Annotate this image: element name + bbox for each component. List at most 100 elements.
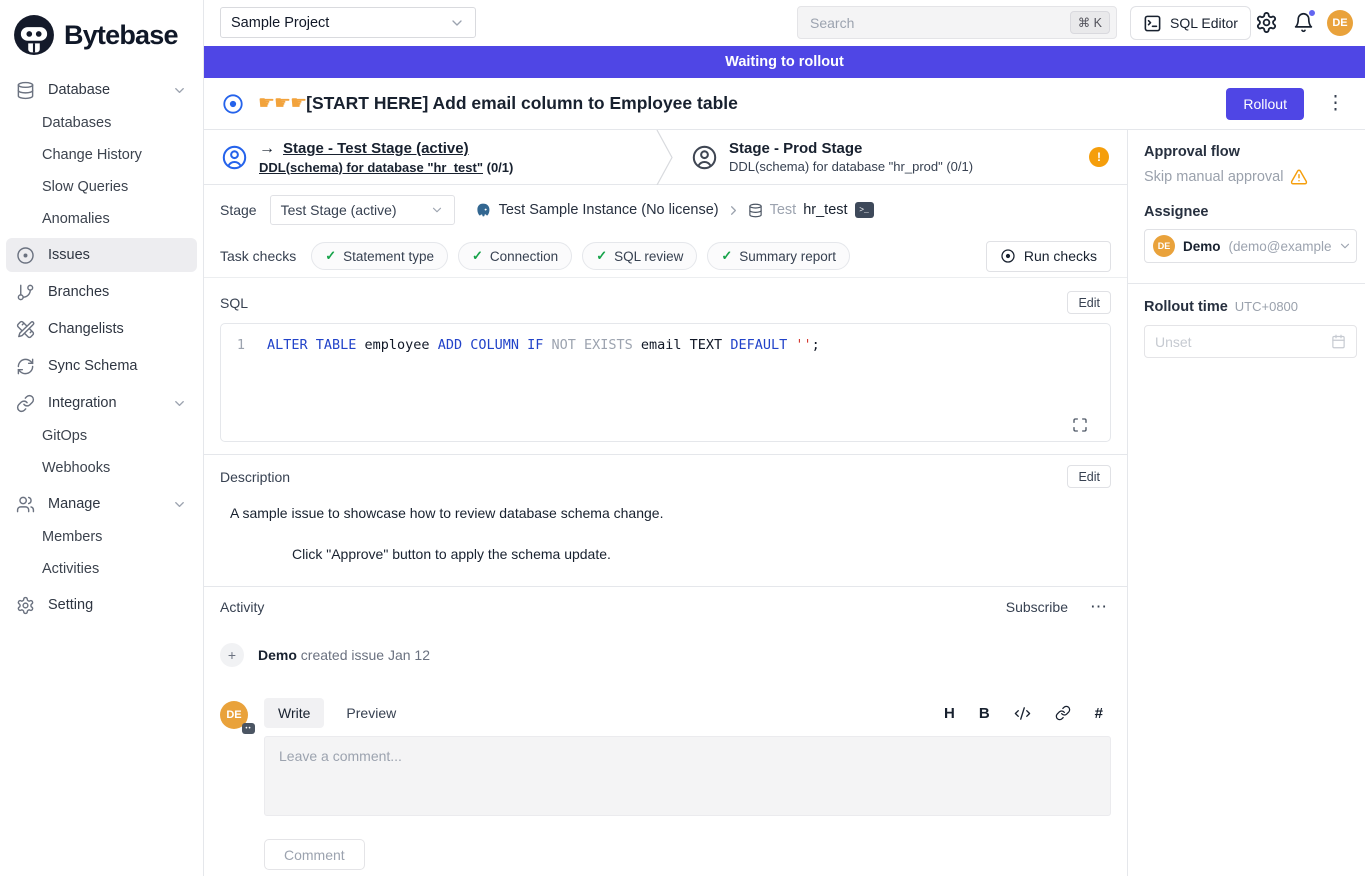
sidebar-item-webhooks[interactable]: Webhooks — [6, 452, 197, 484]
sidebar-item-change-history[interactable]: Change History — [6, 139, 197, 171]
settings-gear-icon[interactable] — [1255, 11, 1278, 34]
sql-editor-button[interactable]: SQL Editor — [1130, 6, 1251, 40]
sidebar-item-members[interactable]: Members — [6, 521, 197, 553]
task-checks-label: Task checks — [220, 248, 296, 264]
tab-write[interactable]: Write — [264, 698, 324, 728]
description-title: Description — [220, 469, 290, 485]
assignee-avatar: DE — [1153, 235, 1175, 257]
sidebar-item-integration[interactable]: Integration — [6, 386, 197, 420]
sidebar-item-setting[interactable]: Setting — [6, 588, 197, 622]
open-sql-editor-icon[interactable]: >_ — [855, 202, 874, 218]
description-line: A sample issue to showcase how to review… — [230, 505, 1111, 521]
pencil-ruler-icon — [16, 320, 35, 339]
bytebase-logo[interactable]: Bytebase — [0, 8, 203, 68]
expand-editor-icon[interactable] — [1072, 417, 1088, 433]
approval-flow-title: Approval flow — [1144, 144, 1357, 160]
issue-title: ☛ ☛ ☛ [START HERE] Add email column to E… — [258, 92, 738, 115]
chevron-down-icon — [430, 203, 444, 217]
pointing-finger-icon: ☛ — [290, 92, 307, 115]
check-sql-review[interactable]: ✓SQL review — [582, 242, 697, 270]
bold-icon[interactable]: B — [979, 705, 990, 722]
composer-tabs: Write Preview H B # — [264, 698, 1111, 728]
sidebar-item-branches[interactable]: Branches — [6, 275, 197, 309]
chevron-right-icon — [726, 203, 741, 218]
assignee-select[interactable]: DE Demo (demo@example — [1144, 229, 1357, 263]
calendar-icon — [1331, 334, 1346, 349]
stage-task-count: (0/1) — [487, 160, 514, 175]
project-select[interactable]: Sample Project — [220, 7, 476, 38]
description-section: Description Edit A sample issue to showc… — [204, 454, 1127, 586]
activity-section: Activity Subscribe ⋯ + Demo created issu… — [204, 586, 1127, 876]
issue-side-panel: Approval flow Skip manual approval Assig… — [1127, 130, 1365, 876]
sidebar-item-slow-queries[interactable]: Slow Queries — [6, 171, 197, 203]
sql-section-title: SQL — [220, 295, 248, 311]
assignee-title: Assignee — [1144, 204, 1357, 220]
sidebar-item-anomalies[interactable]: Anomalies — [6, 203, 197, 235]
user-circle-icon — [221, 144, 248, 171]
status-banner: Waiting to rollout — [204, 46, 1365, 78]
sidebar-item-databases[interactable]: Databases — [6, 107, 197, 139]
sidebar-item-sync-schema[interactable]: Sync Schema — [6, 349, 197, 383]
kebab-menu-icon[interactable]: ⋮ — [1326, 94, 1345, 113]
line-number: 1 — [221, 337, 267, 353]
sql-editor[interactable]: 1ALTER TABLE employee ADD COLUMN IF NOT … — [220, 323, 1111, 442]
sql-section: SQL Edit 1ALTER TABLE employee ADD COLUM… — [204, 278, 1127, 454]
sql-edit-button[interactable]: Edit — [1067, 291, 1111, 314]
rollout-time-input[interactable]: Unset — [1144, 325, 1357, 358]
description-line: Click "Approve" button to apply the sche… — [292, 546, 1111, 562]
brand-name: Bytebase — [64, 20, 178, 51]
chevron-down-icon — [172, 83, 187, 98]
activity-action: created issue — [301, 647, 384, 663]
description-edit-button[interactable]: Edit — [1067, 465, 1111, 488]
heading-icon[interactable]: H — [944, 705, 955, 722]
stage-title: Stage - Prod Stage — [729, 140, 973, 157]
database-name[interactable]: hr_test — [803, 202, 847, 218]
instance-name[interactable]: Test Sample Instance (No license) — [499, 202, 719, 218]
pointing-finger-icon: ☛ — [274, 92, 291, 115]
hash-icon[interactable]: # — [1095, 705, 1103, 722]
notification-bell-icon[interactable] — [1293, 12, 1314, 36]
link-icon — [16, 394, 35, 413]
rollout-time-value: Unset — [1155, 334, 1192, 350]
check-icon: ✓ — [325, 248, 336, 264]
content-row: →Stage - Test Stage (active) DDL(schema)… — [204, 130, 1365, 876]
comment-input[interactable] — [264, 736, 1111, 816]
sidebar-item-changelists[interactable]: Changelists — [6, 312, 197, 346]
search-input[interactable] — [810, 15, 1070, 31]
stage-title: Stage - Test Stage (active) — [283, 140, 469, 157]
stage-cards: →Stage - Test Stage (active) DDL(schema)… — [204, 130, 1127, 185]
user-avatar[interactable]: DE — [1327, 10, 1353, 36]
check-connection[interactable]: ✓Connection — [458, 242, 572, 270]
target-icon — [1000, 248, 1016, 264]
circle-dot-icon — [16, 246, 35, 265]
run-checks-button[interactable]: Run checks — [986, 241, 1111, 272]
refresh-icon — [16, 357, 35, 376]
sidebar-item-activities[interactable]: Activities — [6, 553, 197, 585]
stage-card-prod[interactable]: Stage - Prod Stage DDL(schema) for datab… — [674, 130, 1127, 184]
assignee-email: (demo@example — [1229, 239, 1332, 254]
check-summary-report[interactable]: ✓Summary report — [707, 242, 850, 270]
sidebar-item-issues[interactable]: Issues — [6, 238, 197, 272]
stage-card-test[interactable]: →Stage - Test Stage (active) DDL(schema)… — [204, 130, 656, 184]
chevron-down-icon — [172, 497, 187, 512]
subscribe-button[interactable]: Subscribe — [1006, 599, 1068, 615]
rollout-button[interactable]: Rollout — [1226, 88, 1304, 120]
check-statement-type[interactable]: ✓Statement type — [311, 242, 448, 270]
postgres-icon — [474, 201, 492, 219]
activity-user[interactable]: Demo — [258, 647, 297, 663]
stage-select[interactable]: Test Stage (active) — [270, 195, 455, 225]
check-icon: ✓ — [721, 248, 732, 264]
sidebar-item-manage[interactable]: Manage — [6, 487, 197, 521]
database-small-icon — [748, 203, 763, 218]
link-icon[interactable] — [1055, 705, 1071, 721]
tab-preview[interactable]: Preview — [332, 698, 410, 728]
assignee-name: Demo — [1183, 239, 1221, 254]
sidebar-item-database[interactable]: Database — [6, 73, 197, 107]
activity-title: Activity — [220, 599, 264, 615]
code-icon[interactable] — [1014, 705, 1031, 722]
more-menu-icon[interactable]: ⋯ — [1090, 597, 1107, 617]
git-branch-icon — [16, 283, 35, 302]
sidebar-item-gitops[interactable]: GitOps — [6, 420, 197, 452]
comment-submit-button[interactable]: Comment — [264, 839, 365, 870]
stage-label: Stage — [220, 202, 257, 218]
